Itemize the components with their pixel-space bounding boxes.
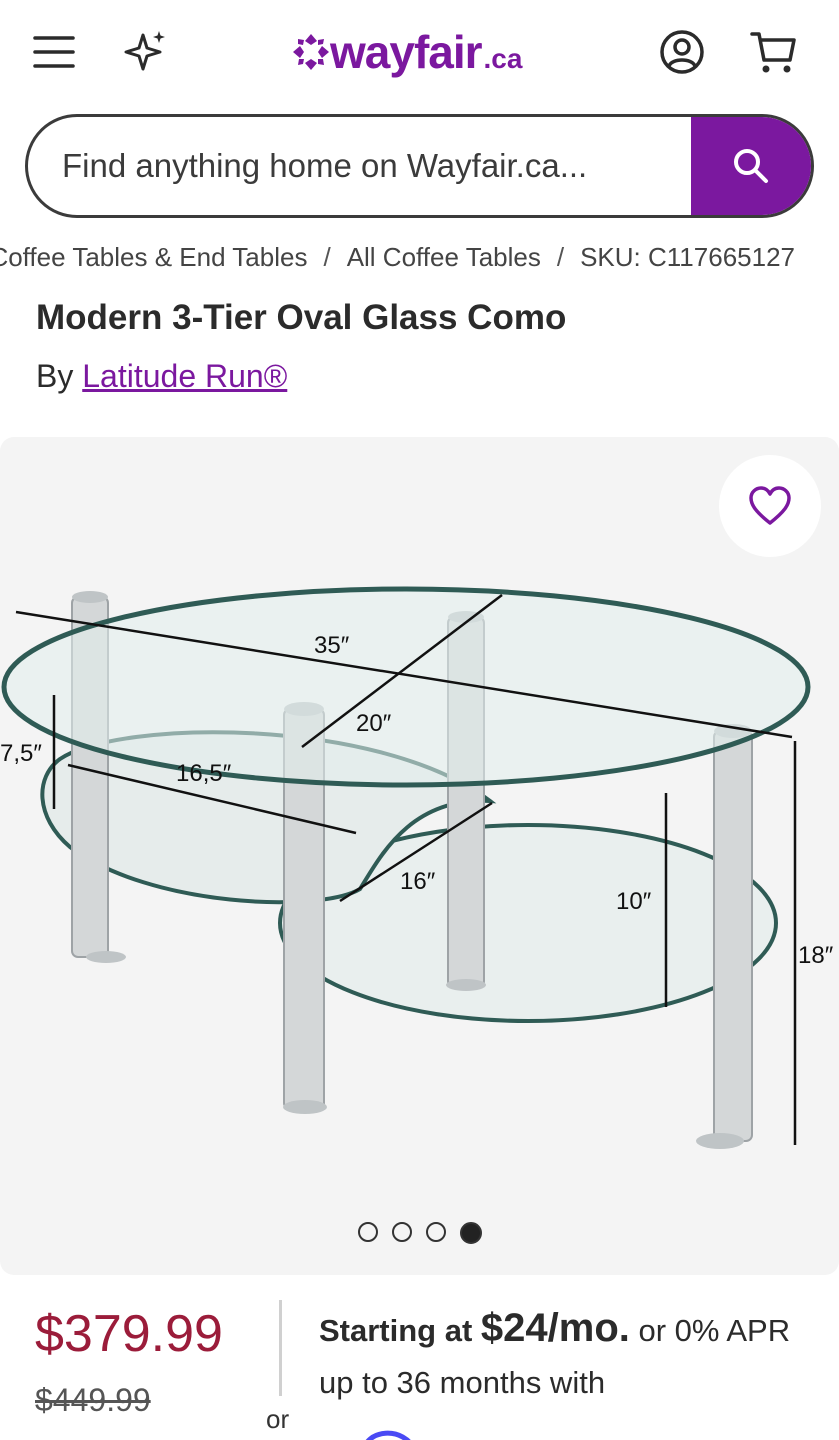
product-byline: By Latitude Run®	[36, 358, 287, 395]
sale-price: $379.99	[35, 1305, 223, 1363]
gallery-dot-active[interactable]	[459, 1222, 482, 1244]
financing-amount: $24/mo.	[480, 1306, 630, 1350]
breadcrumb-separator: /	[556, 242, 565, 272]
sparkle-icon[interactable]	[120, 26, 172, 78]
by-label: By	[36, 358, 74, 394]
menu-icon[interactable]	[28, 28, 80, 76]
product-image-gallery[interactable]: 35″ 20″ 7,5″ 16,5″ 16″ 10″ 18″	[0, 437, 839, 1275]
logo-mark-icon	[293, 34, 329, 70]
heart-icon	[749, 486, 791, 525]
dimension-width-label: 20″	[356, 710, 392, 737]
breadcrumb-separator: /	[323, 242, 331, 272]
financing-offer: Starting at $24/mo. or 0% APR up to 36 m…	[319, 1302, 819, 1409]
search-button[interactable]	[691, 117, 811, 215]
gallery-pagination	[0, 1222, 839, 1244]
original-price: $449.99	[35, 1382, 151, 1418]
logo-text: wayfair	[330, 26, 483, 78]
cart-icon[interactable]	[746, 26, 800, 78]
pricing-section: $379.99 $449.99 or Starting at $24/mo. o…	[0, 1290, 839, 1440]
dimension-tier-height-label: 7,5″	[0, 740, 42, 767]
top-header: wayfair .ca	[0, 0, 839, 100]
wayfair-logo[interactable]: wayfair .ca	[292, 22, 522, 82]
or-label: or	[266, 1404, 290, 1434]
product-image: 35″ 20″ 7,5″ 16,5″ 16″ 10″ 18″	[0, 586, 834, 1149]
breadcrumb: Coffee Tables & End Tables / All Coffee …	[0, 240, 839, 280]
gallery-dot[interactable]	[357, 1222, 378, 1242]
brand-link[interactable]: Latitude Run®	[82, 358, 287, 394]
breadcrumb-item-sku: SKU: C117665127	[580, 242, 795, 272]
search-input[interactable]	[28, 117, 691, 215]
dimension-length-label: 35″	[314, 632, 350, 659]
favorite-button[interactable]	[719, 455, 821, 557]
affirm-logo-icon	[365, 1430, 411, 1440]
logo-suffix: .ca	[483, 43, 523, 74]
dimension-total-height-label: 18″	[798, 942, 834, 969]
price-divider	[279, 1300, 282, 1396]
dimension-small-shelf-label: 16,5″	[176, 760, 232, 787]
financing-prefix: Starting at	[319, 1313, 481, 1348]
breadcrumb-item-category[interactable]: Coffee Tables & End Tables	[0, 242, 307, 273]
breadcrumb-item-subcategory[interactable]: All Coffee Tables	[347, 242, 541, 273]
account-icon[interactable]	[656, 26, 708, 78]
product-title: Modern 3-Tier Oval Glass Como	[36, 298, 567, 337]
gallery-dot[interactable]	[391, 1222, 412, 1242]
dimension-small-depth-label: 16″	[400, 868, 436, 895]
search-bar	[25, 114, 814, 218]
gallery-dot[interactable]	[425, 1222, 446, 1242]
search-icon	[734, 149, 768, 183]
dimension-lower-gap-label: 10″	[616, 888, 652, 915]
